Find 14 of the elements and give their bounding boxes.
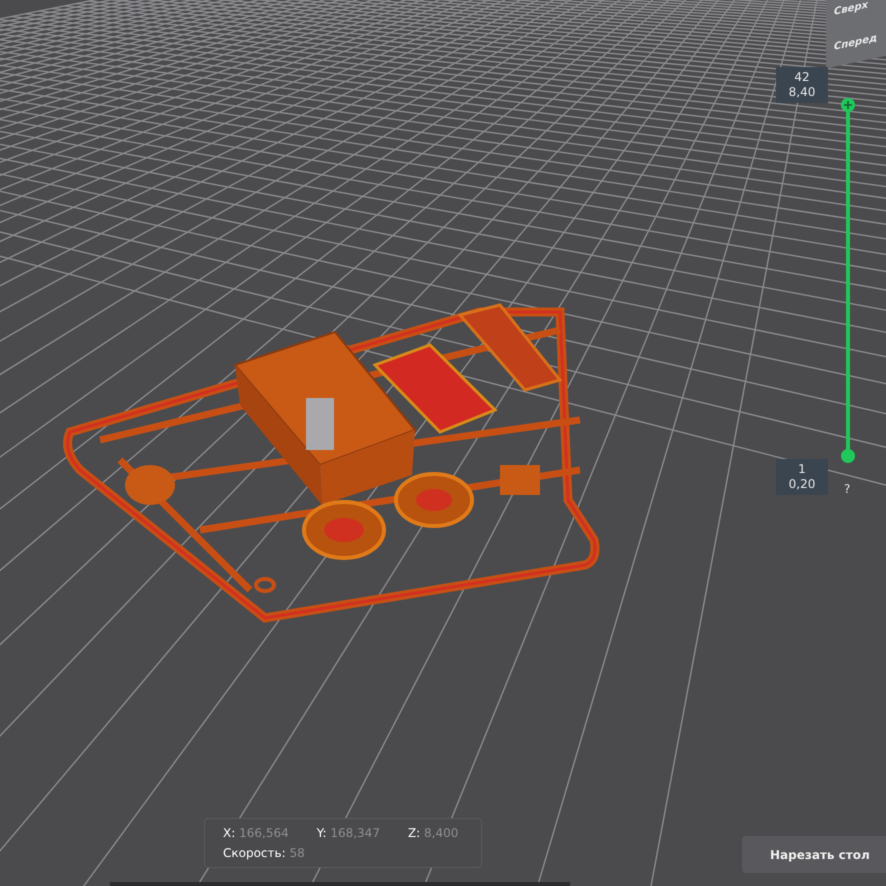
lower-slider-handle[interactable] [841, 449, 855, 463]
cube-face-label: Сверх [834, 0, 870, 18]
help-button[interactable]: ? [840, 482, 854, 496]
coordinate-text: Y: 168,347 [316, 826, 380, 840]
cube-face-label: Сперед [834, 32, 878, 53]
layer-label: 1 0,20 [776, 459, 828, 495]
coordinate-text: X: 166,564 [223, 826, 289, 840]
view-cube[interactable]: Сверх Сперед [826, 0, 886, 68]
plus-icon [844, 101, 852, 109]
slice-plate-button[interactable]: Нарезать стол [742, 836, 886, 873]
coordinate-text: Z: 8,400 [408, 826, 458, 840]
layer-label: 42 8,40 [776, 67, 828, 103]
upper-slider-handle[interactable] [841, 98, 855, 112]
speed-text: Скорость: 58 [223, 846, 305, 860]
